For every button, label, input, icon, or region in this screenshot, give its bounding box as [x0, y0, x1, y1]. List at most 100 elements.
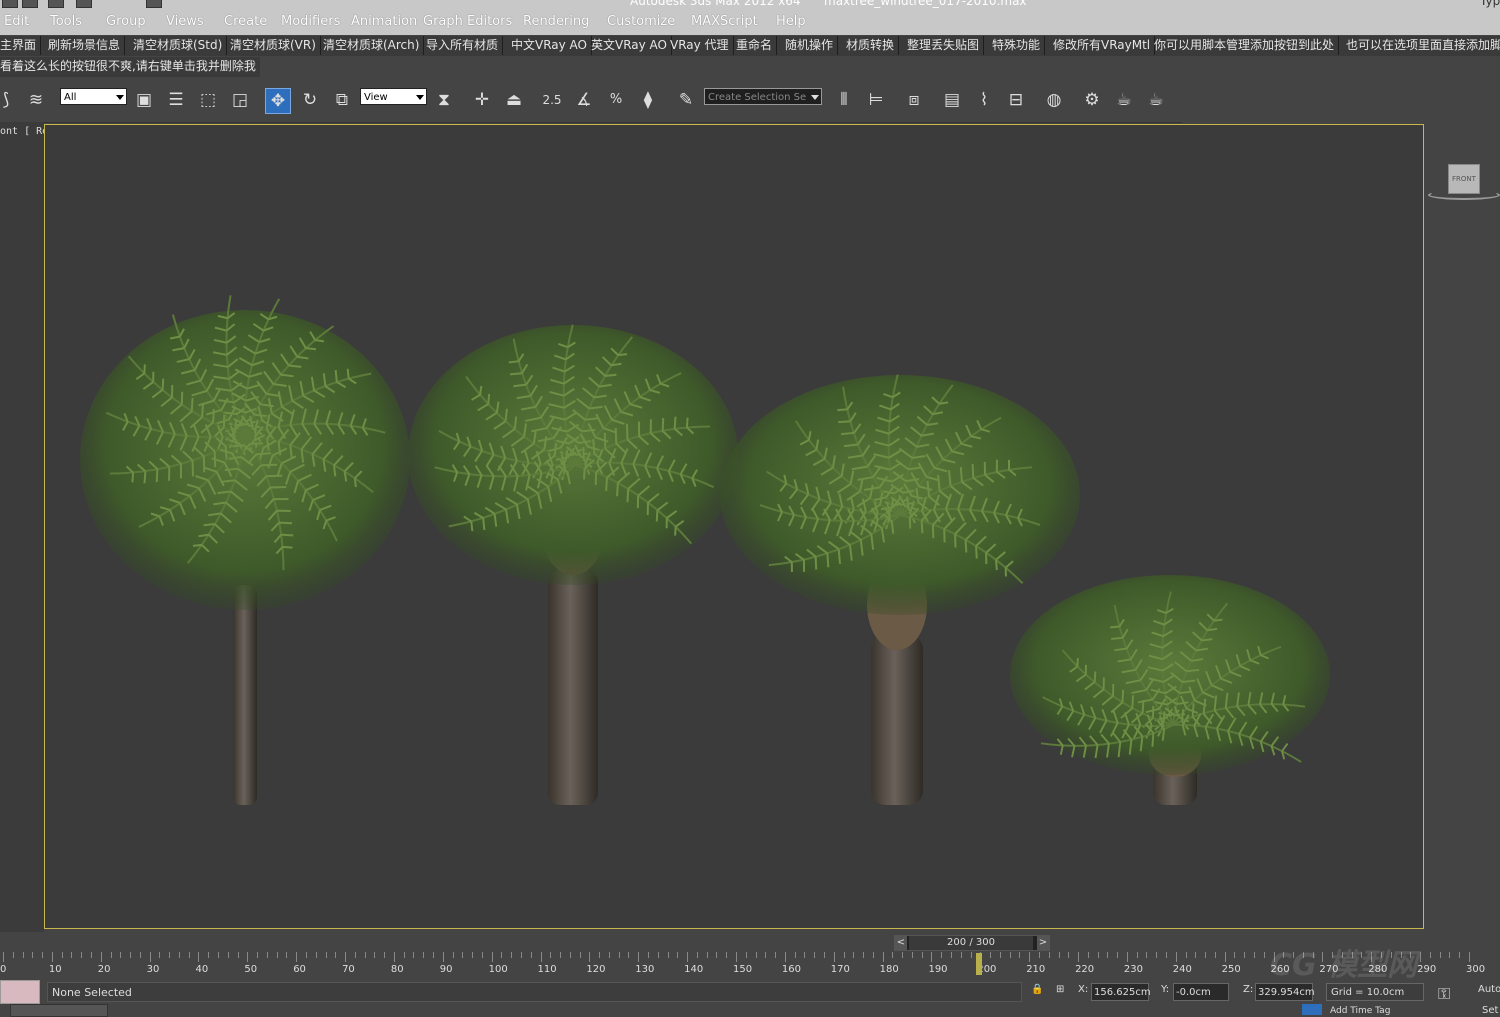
- script-button-modify-vraymtl[interactable]: 修改所有VRayMtl: [1049, 36, 1156, 55]
- palm-tree-4[interactable]: [1010, 575, 1330, 805]
- spinner-snap-icon[interactable]: ⧫: [636, 88, 660, 112]
- script-button-rename[interactable]: 重命名: [732, 36, 778, 55]
- named-selection-sets-dropdown[interactable]: Create Selection Se: [704, 88, 822, 105]
- script-button-clear-arch[interactable]: 清空材质球(Arch): [319, 36, 425, 55]
- menu-maxscript[interactable]: MAXScript: [691, 14, 758, 29]
- menu-edit[interactable]: Edit: [4, 14, 29, 29]
- menu-group[interactable]: Group: [106, 14, 146, 29]
- track-tick: [345, 952, 347, 962]
- maxscript-listener-mini[interactable]: [0, 980, 40, 1004]
- select-and-scale-icon[interactable]: ⧉: [330, 88, 354, 112]
- menu-views[interactable]: Views: [166, 14, 204, 29]
- track-tick: [1019, 952, 1021, 958]
- material-editor-icon[interactable]: ◍: [1042, 88, 1066, 112]
- add-time-tag-icon[interactable]: [1302, 1004, 1322, 1015]
- menu-help[interactable]: Help: [776, 14, 806, 29]
- menu-rendering[interactable]: Rendering: [523, 14, 589, 29]
- track-tick: [677, 952, 679, 958]
- y-coordinate-field[interactable]: -0.0cm: [1173, 983, 1229, 1001]
- mirror-icon[interactable]: ⫴: [832, 88, 856, 112]
- absolute-mode-icon[interactable]: ⊞: [1056, 984, 1064, 995]
- palm-tree-3[interactable]: [720, 373, 1080, 805]
- current-frame-marker[interactable]: [976, 953, 982, 975]
- script-button-options-hint[interactable]: 也可以在选项里面直接添加脚: [1342, 36, 1500, 55]
- track-tick: [130, 952, 132, 958]
- manipulate-icon[interactable]: ✛: [470, 88, 494, 112]
- script-button-main-ui[interactable]: 主界面: [0, 36, 42, 55]
- layer-manager-icon[interactable]: ⧈: [902, 88, 926, 112]
- render-setup-icon[interactable]: ⚙: [1080, 88, 1104, 112]
- render-production-icon[interactable]: ☕: [1144, 88, 1168, 112]
- keyboard-shortcut-override-icon[interactable]: ⏏: [502, 88, 526, 112]
- script-button-add-hint[interactable]: 你可以用脚本管理添加按钮到此处: [1150, 36, 1340, 55]
- script-button-clear-std[interactable]: 清空材质球(Std): [129, 36, 228, 55]
- track-tick-label: 140: [684, 964, 704, 975]
- menu-modifiers[interactable]: Modifiers: [281, 14, 340, 29]
- z-coordinate-field[interactable]: 329.954cm: [1255, 983, 1315, 1001]
- viewcube-compass-ring[interactable]: [1428, 190, 1500, 200]
- time-slider[interactable]: < 200 / 300 >: [894, 935, 1050, 951]
- selection-filter-dropdown[interactable]: All: [60, 88, 127, 105]
- track-tick: [599, 952, 601, 958]
- script-button-random[interactable]: 随机操作: [781, 36, 839, 55]
- rect-selection-region-icon[interactable]: ⬚: [196, 88, 220, 112]
- script-button-missing-maps[interactable]: 整理丢失贴图: [903, 36, 985, 55]
- script-button-import-materials[interactable]: 导入所有材质: [422, 36, 504, 55]
- reference-coord-dropdown[interactable]: View: [360, 88, 427, 105]
- select-by-name-icon[interactable]: ☰: [164, 88, 188, 112]
- script-button-special[interactable]: 特殊功能: [988, 36, 1046, 55]
- link-icon[interactable]: ⟆: [0, 88, 18, 112]
- quick-access-new-icon[interactable]: [2, 0, 18, 8]
- schematic-view-icon[interactable]: ⊟: [1004, 88, 1028, 112]
- bottom-transport-controls[interactable]: [10, 1004, 108, 1017]
- graphite-ribbon-icon[interactable]: ▤: [940, 88, 964, 112]
- script-button-clear-vr[interactable]: 清空材质球(VR): [226, 36, 321, 55]
- palm-tree-1[interactable]: [80, 292, 410, 805]
- percent-snap-icon[interactable]: %: [604, 88, 628, 112]
- time-slider-next-button[interactable]: >: [1037, 936, 1049, 950]
- bind-space-warp-icon[interactable]: ≋: [24, 88, 48, 112]
- menu-graph-editors[interactable]: Graph Editors: [423, 14, 512, 29]
- search-hint[interactable]: Typ: [1480, 0, 1500, 8]
- quick-access-undo-icon[interactable]: [76, 0, 92, 8]
- set-key-button[interactable]: Set: [1482, 1005, 1498, 1016]
- select-and-move-icon[interactable]: ✥: [265, 88, 291, 114]
- select-and-rotate-icon[interactable]: ↻: [298, 88, 322, 112]
- window-crossing-icon[interactable]: ◲: [228, 88, 252, 112]
- curve-editor-icon[interactable]: ⌇: [972, 88, 996, 112]
- angle-snap-icon[interactable]: ∡: [572, 88, 596, 112]
- track-tick: [3, 952, 4, 962]
- rendered-frame-window-icon[interactable]: ☕: [1112, 88, 1136, 112]
- palm-tree-2[interactable]: [408, 323, 738, 805]
- align-icon[interactable]: ⊨: [864, 88, 888, 112]
- lock-selection-icon[interactable]: 🔒: [1031, 984, 1043, 995]
- track-tick-label: 60: [293, 964, 306, 975]
- quick-access-project-icon[interactable]: [146, 0, 162, 8]
- edit-named-selection-icon[interactable]: ✎: [674, 88, 698, 112]
- auto-key-button[interactable]: Auto: [1478, 984, 1500, 995]
- script-button-material-convert[interactable]: 材质转换: [842, 36, 900, 55]
- select-object-icon[interactable]: ▣: [132, 88, 156, 112]
- script-button-vray-ao-en[interactable]: 英文VRay AO: [587, 36, 672, 55]
- menu-animation[interactable]: Animation: [351, 14, 417, 29]
- track-tick: [491, 952, 493, 962]
- script-button-vray-proxy[interactable]: VRay 代理: [666, 36, 734, 55]
- quick-access-save-icon[interactable]: [48, 0, 64, 8]
- script-button-vray-ao-cn[interactable]: 中文VRay AO: [507, 36, 592, 55]
- pivot-center-icon[interactable]: ⧗: [432, 88, 456, 112]
- time-slider-prev-button[interactable]: <: [895, 936, 907, 950]
- set-key-icon[interactable]: ⚿: [1438, 984, 1450, 1004]
- quick-access-open-icon[interactable]: [22, 0, 38, 8]
- time-slider-frame-display[interactable]: 200 / 300: [909, 936, 1033, 950]
- x-coordinate-field[interactable]: 156.625cm: [1091, 983, 1151, 1001]
- snaps-toggle-icon[interactable]: 2.5: [540, 88, 564, 112]
- menu-tools[interactable]: Tools: [50, 14, 82, 29]
- menu-create[interactable]: Create: [224, 14, 267, 29]
- script-button-delete-me[interactable]: 看着这么长的按钮很不爽,请右键单击我并删除我: [0, 57, 260, 76]
- menu-customize[interactable]: Customize: [607, 14, 675, 29]
- track-tick-label: 150: [733, 964, 753, 975]
- script-button-refresh-scene[interactable]: 刷新场景信息: [44, 36, 126, 55]
- track-tick: [755, 952, 757, 958]
- front-viewport[interactable]: [44, 124, 1424, 929]
- track-tick: [81, 952, 83, 958]
